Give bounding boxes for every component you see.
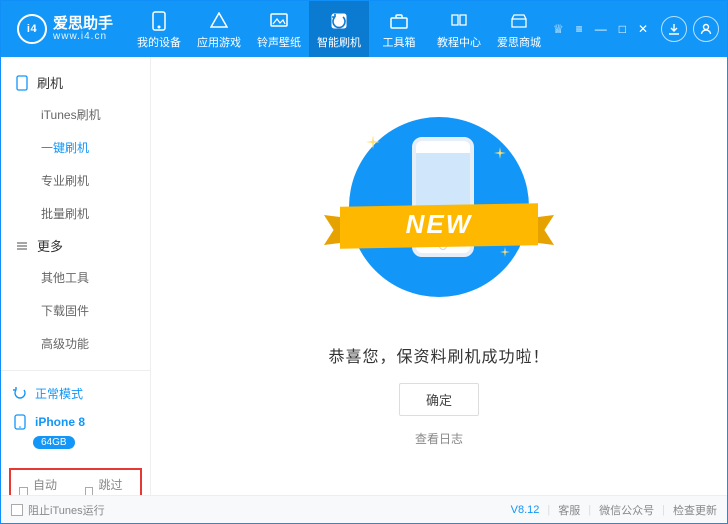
flash-icon <box>330 12 348 30</box>
gift-icon[interactable]: ♕ <box>550 20 567 38</box>
nav-label: 爱思商城 <box>497 34 541 50</box>
close-icon[interactable]: ✕ <box>635 20 651 38</box>
device-icon <box>150 12 168 30</box>
nav-flash[interactable]: 智能刷机 <box>309 1 369 57</box>
sidebar-section-flash: 刷机 <box>1 67 150 98</box>
brand-name: 爱思助手 <box>53 16 113 31</box>
section-title: 更多 <box>37 236 63 255</box>
nav-label: 应用游戏 <box>197 34 241 50</box>
sidebar-scroll: 刷机 iTunes刷机 一键刷机 专业刷机 批量刷机 更多 其他工具 下载固件 … <box>1 57 150 370</box>
sparkle-icon <box>366 135 378 147</box>
sidebar: 刷机 iTunes刷机 一键刷机 专业刷机 批量刷机 更多 其他工具 下载固件 … <box>1 57 151 495</box>
ribbon-text: NEW <box>324 209 554 240</box>
header: i4 爱思助手 www.i4.cn 我的设备 应用游戏 铃声壁纸 智能 <box>1 1 727 57</box>
success-illustration: NEW <box>324 107 554 307</box>
minimize-icon[interactable]: — <box>592 20 610 38</box>
nav-label: 我的设备 <box>137 34 181 50</box>
help-icon <box>450 12 468 30</box>
sidebar-section-more: 更多 <box>1 230 150 261</box>
maximize-icon[interactable]: □ <box>616 20 629 38</box>
support-link[interactable]: 客服 <box>558 502 580 518</box>
nav-label: 教程中心 <box>437 34 481 50</box>
sidebar-bottom: 正常模式 iPhone 8 64GB <box>1 370 150 460</box>
nav-my-device[interactable]: 我的设备 <box>129 1 189 57</box>
sidebar-item-advanced[interactable]: 高级功能 <box>1 327 150 360</box>
nav-tutorial[interactable]: 教程中心 <box>429 1 489 57</box>
nav-apps[interactable]: 应用游戏 <box>189 1 249 57</box>
main-content: NEW 恭喜您，保资料刷机成功啦！ 确定 查看日志 <box>151 57 727 495</box>
ok-button[interactable]: 确定 <box>399 383 479 416</box>
device-row[interactable]: iPhone 8 <box>11 408 140 436</box>
wechat-link[interactable]: 微信公众号 <box>599 502 654 518</box>
sidebar-item-pro-flash[interactable]: 专业刷机 <box>1 164 150 197</box>
sparkle-icon <box>494 147 506 159</box>
nav-media[interactable]: 铃声壁纸 <box>249 1 309 57</box>
sidebar-item-batch-flash[interactable]: 批量刷机 <box>1 197 150 230</box>
storage-badge: 64GB <box>33 436 75 449</box>
media-icon <box>270 12 288 30</box>
nav-label: 智能刷机 <box>317 34 361 50</box>
logo: i4 爱思助手 www.i4.cn <box>9 14 121 44</box>
menu-icon[interactable]: ≡ <box>573 20 586 38</box>
logo-text: 爱思助手 www.i4.cn <box>53 16 113 42</box>
user-button[interactable] <box>693 16 719 42</box>
brand-site: www.i4.cn <box>53 31 113 42</box>
checkbox-label: 阻止iTunes运行 <box>28 502 105 518</box>
section-title: 刷机 <box>37 73 63 92</box>
checkbox-icon <box>11 504 23 516</box>
status-bar: 阻止iTunes运行 V8.12 | 客服 | 微信公众号 | 检查更新 <box>1 495 727 523</box>
sidebar-item-download-fw[interactable]: 下载固件 <box>1 294 150 327</box>
device-name: iPhone 8 <box>35 415 85 429</box>
nav-store[interactable]: 爱思商城 <box>489 1 549 57</box>
mode-row[interactable]: 正常模式 <box>11 379 140 408</box>
phone-icon <box>13 414 27 430</box>
nav-label: 工具箱 <box>383 34 416 50</box>
window-controls: ♕ ≡ — □ ✕ <box>550 20 651 38</box>
new-ribbon: NEW <box>324 197 554 255</box>
header-right: ♕ ≡ — □ ✕ <box>550 16 719 42</box>
sidebar-item-itunes-flash[interactable]: iTunes刷机 <box>1 98 150 131</box>
logo-icon: i4 <box>17 14 47 44</box>
device-outline-icon <box>15 75 29 91</box>
nav-label: 铃声壁纸 <box>257 34 301 50</box>
top-nav: 我的设备 应用游戏 铃声壁纸 智能刷机 工具箱 教程中心 <box>129 1 549 57</box>
view-log-link[interactable]: 查看日志 <box>415 430 463 447</box>
apps-icon <box>210 12 228 30</box>
sidebar-item-other-tools[interactable]: 其他工具 <box>1 261 150 294</box>
check-update-link[interactable]: 检查更新 <box>673 502 717 518</box>
download-button[interactable] <box>661 16 687 42</box>
success-text: 恭喜您，保资料刷机成功啦！ <box>328 343 549 367</box>
body: 刷机 iTunes刷机 一键刷机 专业刷机 批量刷机 更多 其他工具 下载固件 … <box>1 57 727 495</box>
toolbox-icon <box>390 12 408 30</box>
version-label: V8.12 <box>511 504 540 516</box>
sidebar-item-onekey-flash[interactable]: 一键刷机 <box>1 131 150 164</box>
more-icon <box>15 240 29 252</box>
app-window: i4 爱思助手 www.i4.cn 我的设备 应用游戏 铃声壁纸 智能 <box>0 0 728 524</box>
store-icon <box>510 12 528 30</box>
refresh-icon <box>13 387 27 401</box>
mode-label: 正常模式 <box>35 385 83 402</box>
block-itunes-checkbox[interactable]: 阻止iTunes运行 <box>11 502 105 518</box>
nav-toolbox[interactable]: 工具箱 <box>369 1 429 57</box>
